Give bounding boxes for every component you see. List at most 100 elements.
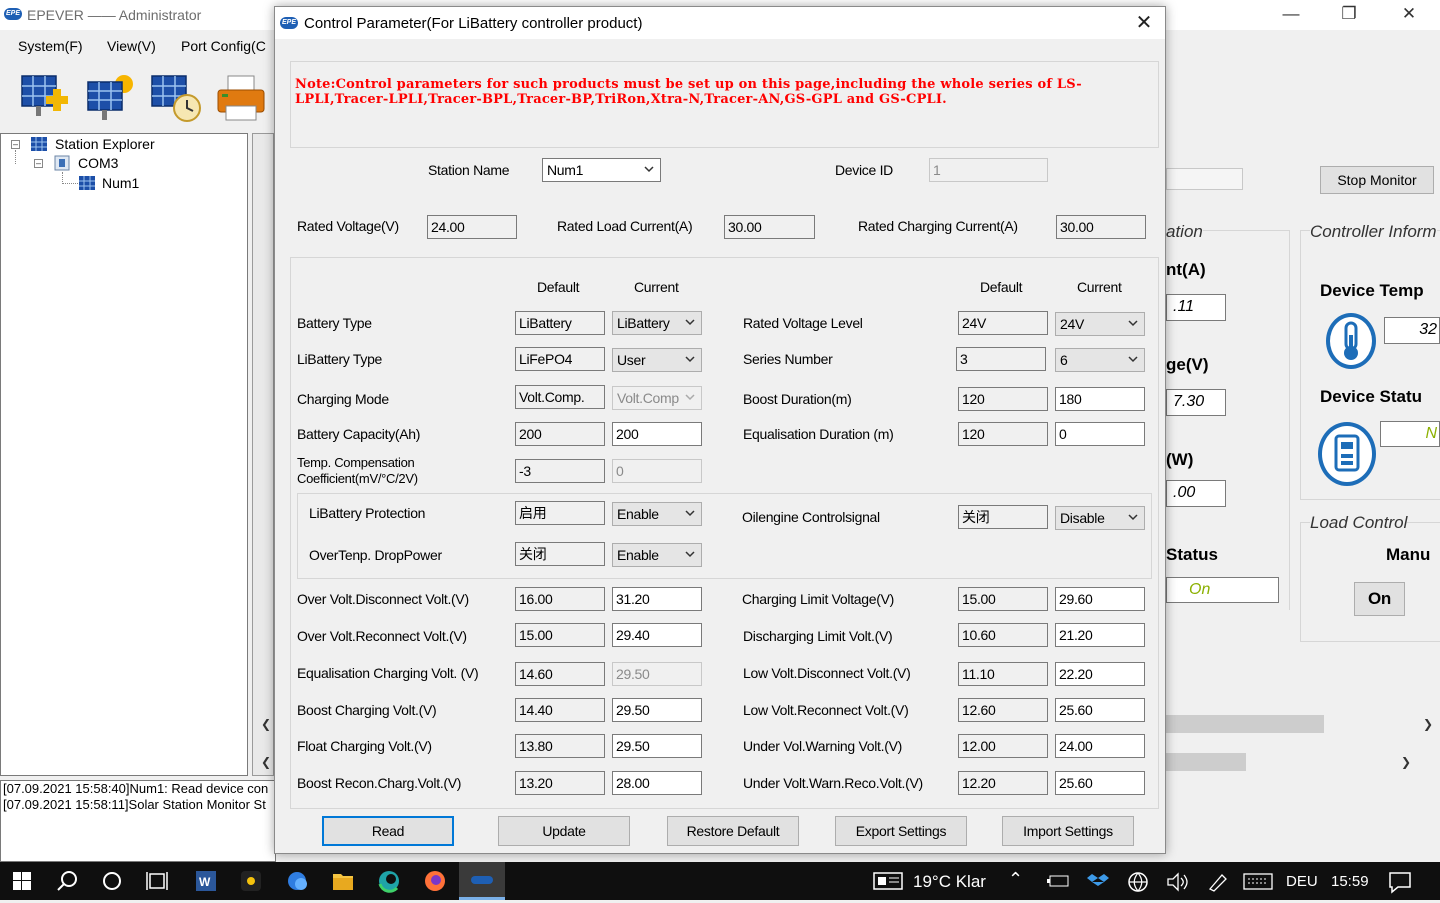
float-charging-volt-field[interactable]: 29.50 <box>612 734 702 758</box>
scrollbar-thumb[interactable] <box>1166 715 1324 733</box>
log-panel: [07.09.2021 15:58:40]Num1: Read device c… <box>0 780 276 862</box>
boost-charging-volt-default: 14.40 <box>515 698 605 722</box>
rated-voltage-level-label: Rated Voltage Level <box>743 315 863 331</box>
charging-limit-voltage-field[interactable]: 29.60 <box>1055 587 1145 611</box>
scrollbar-thumb[interactable] <box>1166 753 1246 771</box>
charging-mode-select[interactable]: Volt.Comp <box>612 386 702 410</box>
epever-app-icon <box>471 876 493 884</box>
scroll-right-icon[interactable]: ❯ <box>1418 714 1438 734</box>
device-id-field[interactable]: 1 <box>929 158 1048 182</box>
search-button[interactable] <box>45 862 89 900</box>
collapse-icon[interactable]: – <box>11 140 20 149</box>
tree-item-com3[interactable]: COM3 <box>78 155 118 171</box>
boost-recon-charg-volt-field[interactable]: 28.00 <box>612 771 702 795</box>
scroll-left-icon[interactable]: ❮ <box>256 752 276 772</box>
epever-taskbar-button[interactable] <box>459 862 505 900</box>
scroll-left-icon[interactable]: ❮ <box>256 714 276 734</box>
boost-charging-volt-field[interactable]: 29.50 <box>612 698 702 722</box>
pen-icon[interactable] <box>1206 871 1230 893</box>
menu-view[interactable]: View(V) <box>107 38 156 54</box>
boost-duration-field[interactable]: 180 <box>1055 387 1145 411</box>
battery-capacity-field[interactable]: 200 <box>612 422 702 446</box>
series-number-select[interactable]: 6 <box>1055 348 1145 372</box>
print-button[interactable] <box>216 72 268 124</box>
overtemp-droppower-label: OverTenp. DropPower <box>309 547 442 563</box>
task-view-button[interactable] <box>135 862 179 900</box>
power-value: .00 <box>1166 480 1226 507</box>
libattery-protection-select[interactable]: Enable <box>612 502 702 526</box>
weather-text[interactable]: 19°C Klar <box>913 872 986 892</box>
menu-port-config[interactable]: Port Config(C <box>181 38 266 54</box>
add-station-button[interactable] <box>18 72 70 124</box>
cortana-button[interactable] <box>90 862 134 900</box>
rated-voltage-field[interactable]: 24.00 <box>427 215 517 239</box>
firefox-taskbar-button[interactable] <box>413 862 457 900</box>
equalisation-charging-volt-field[interactable]: 29.50 <box>612 662 702 686</box>
dialog-close-icon[interactable]: ✕ <box>1130 9 1158 37</box>
battery-type-label: Battery Type <box>297 315 372 331</box>
menu-system[interactable]: System(F) <box>18 38 83 54</box>
station-name-select[interactable]: Num1 <box>542 158 661 182</box>
language-indicator[interactable]: DEU <box>1286 873 1318 890</box>
rated-voltage-level-select[interactable]: 24V <box>1055 312 1145 336</box>
read-button[interactable]: Read <box>322 816 454 846</box>
restore-default-button[interactable]: Restore Default <box>667 816 799 846</box>
clock[interactable]: 15:59 <box>1331 873 1369 890</box>
solar-settings-button[interactable] <box>84 72 136 124</box>
over-volt-reconnect-field[interactable]: 29.40 <box>612 623 702 647</box>
minimize-icon[interactable]: — <box>1262 0 1320 30</box>
tree-item-num1[interactable]: Num1 <box>102 175 139 191</box>
windows-icon <box>13 872 31 890</box>
globe-icon[interactable] <box>1127 871 1149 893</box>
dropbox-icon[interactable] <box>1087 871 1109 891</box>
start-button[interactable] <box>0 862 44 900</box>
stop-monitor-button[interactable]: Stop Monitor <box>1320 166 1434 194</box>
temp-compensation-field[interactable]: 0 <box>612 459 702 483</box>
update-button[interactable]: Update <box>498 816 630 846</box>
discharging-limit-volt-field[interactable]: 21.20 <box>1055 623 1145 647</box>
notification-icon[interactable] <box>1388 870 1412 894</box>
volume-icon[interactable] <box>1166 871 1190 893</box>
export-settings-button[interactable]: Export Settings <box>835 816 967 846</box>
device-icon <box>79 176 95 190</box>
restore-icon[interactable]: ❐ <box>1320 0 1378 30</box>
media-taskbar-button[interactable] <box>229 862 273 900</box>
keyboard-icon[interactable] <box>1243 873 1273 891</box>
battery-tray-icon[interactable] <box>1047 873 1071 889</box>
scroll-right-icon[interactable]: ❯ <box>1396 752 1416 772</box>
rated-load-current-field[interactable]: 30.00 <box>724 215 815 239</box>
collapse-icon[interactable]: – <box>34 159 43 168</box>
explorer-taskbar-button[interactable] <box>321 862 365 900</box>
overtemp-droppower-default: 关闭 <box>515 542 605 566</box>
overtemp-droppower-select[interactable]: Enable <box>612 543 702 567</box>
word-icon: W <box>196 871 216 891</box>
horizontal-scrollbar[interactable]: ❯ <box>1166 752 1416 772</box>
libattery-type-label: LiBattery Type <box>297 351 383 367</box>
low-volt-reconnect-field[interactable]: 25.60 <box>1055 698 1145 722</box>
under-volt-warn-reco-field[interactable]: 25.60 <box>1055 771 1145 795</box>
close-icon[interactable]: ✕ <box>1380 0 1438 30</box>
voltage-label: ge(V) <box>1166 355 1209 374</box>
edge-taskbar-button[interactable] <box>367 862 411 900</box>
station-icon <box>31 137 47 151</box>
over-volt-disconnect-field[interactable]: 31.20 <box>612 587 702 611</box>
low-volt-disconnect-field[interactable]: 22.20 <box>1055 662 1145 686</box>
import-settings-button[interactable]: Import Settings <box>1002 816 1134 846</box>
solar-schedule-button[interactable] <box>150 72 202 124</box>
rated-charging-current-field[interactable]: 30.00 <box>1056 215 1146 239</box>
tree-line <box>62 172 78 184</box>
word-taskbar-button[interactable]: W <box>184 862 228 900</box>
libattery-type-select[interactable]: User <box>612 348 702 372</box>
load-on-button[interactable]: On <box>1354 582 1405 616</box>
taskbar: W 19°C Klar ⌃ DEU 15:59 <box>0 862 1440 900</box>
equalisation-duration-field[interactable]: 0 <box>1055 422 1145 446</box>
tree-item-station-explorer[interactable]: Station Explorer <box>55 136 155 152</box>
chevron-down-icon <box>685 394 695 401</box>
horizontal-scrollbar[interactable]: ❯ <box>1166 714 1440 734</box>
mail-taskbar-button[interactable] <box>275 862 319 900</box>
tray-chevron-up-icon[interactable]: ⌃ <box>1008 869 1023 890</box>
oilengine-controlsignal-select[interactable]: Disable <box>1055 506 1145 530</box>
equalisation-duration-label: Equalisation Duration (m) <box>743 426 894 442</box>
battery-type-select[interactable]: LiBattery <box>612 311 702 335</box>
under-vol-warning-field[interactable]: 24.00 <box>1055 734 1145 758</box>
